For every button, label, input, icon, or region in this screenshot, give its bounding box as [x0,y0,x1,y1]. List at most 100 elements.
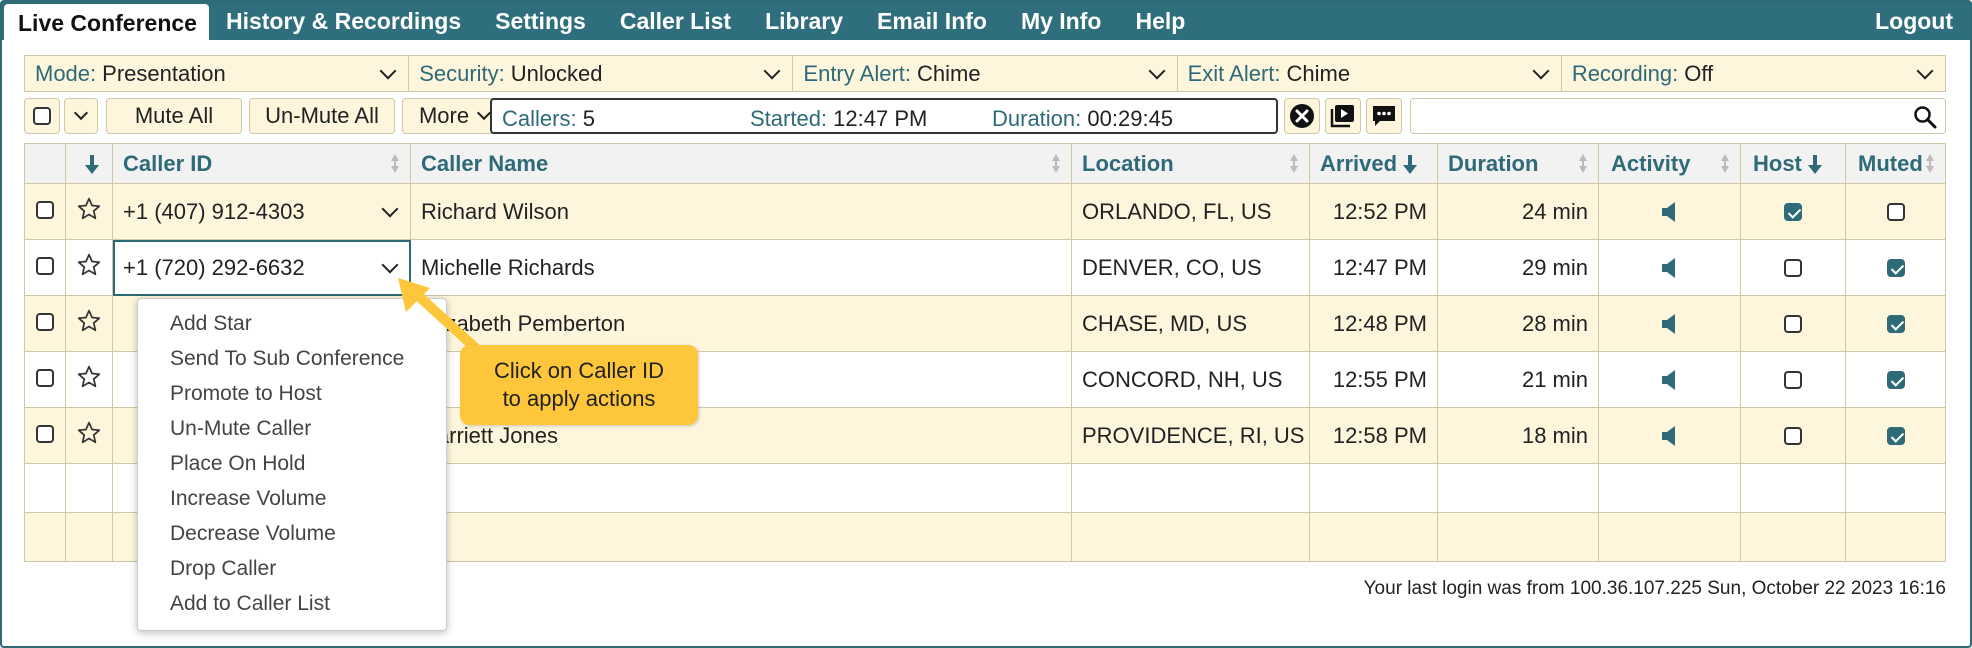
recording-select[interactable]: Recording: Off [1562,56,1945,91]
menu-item-drop-caller[interactable]: Drop Caller [138,554,446,589]
star-toggle[interactable] [65,295,113,352]
speaker-icon [1661,369,1675,390]
activity-cell [1598,408,1741,464]
callers-status: Callers: 5 [502,106,595,132]
mode-select[interactable]: Mode: Presentation [25,56,410,91]
muted-checkbox[interactable] [1846,184,1946,240]
star-toggle[interactable] [65,183,113,240]
duration-cell: 24 min [1437,183,1599,240]
header-host[interactable]: Host [1741,143,1846,184]
tab-help[interactable]: Help [1118,2,1202,40]
table-header-row: Caller ID Caller Name Location Arrived D… [24,143,1599,184]
header-caller-id[interactable]: Caller ID [112,143,411,184]
select-options-dropdown[interactable] [64,98,98,134]
header-arrived[interactable]: Arrived [1309,143,1438,184]
muted-checkbox[interactable] [1846,408,1946,464]
checkbox-icon [36,312,54,331]
host-checkbox[interactable] [1741,184,1846,240]
row-select-checkbox[interactable] [24,295,66,352]
started-value: 12:47 PM [833,106,928,131]
tab-settings[interactable]: Settings [478,2,603,40]
caller-toolbar: Mute All Un-Mute All More Callers: 5 Sta… [24,98,1946,135]
header-location-label: Location [1082,150,1174,176]
star-toggle[interactable] [65,351,113,408]
table-row: +1 (407) 912-4303 Richard Wilson ORLANDO, … [24,183,1599,240]
muted-checkbox[interactable] [1846,240,1946,296]
unmute-all-button[interactable]: Un-Mute All [249,98,395,134]
tab-live-conference[interactable]: Live Conference [4,4,209,40]
chat-button[interactable] [1366,98,1402,134]
tab-history-recordings[interactable]: History & Recordings [209,2,478,40]
duration-status: Duration: 00:29:45 [992,106,1173,132]
chevron-down-icon [1148,62,1166,79]
status-columns-overlay: Activity Host Muted [1598,143,1946,562]
activity-cell [1598,184,1741,240]
speaker-icon [1661,425,1675,446]
sort-icon [1051,154,1061,174]
caller-id-cell[interactable]: +1 (720) 292-6632 [112,239,411,296]
host-checkbox[interactable] [1741,296,1846,352]
header-duration[interactable]: Duration [1437,143,1599,184]
tab-library[interactable]: Library [748,2,860,40]
chevron-down-icon [381,256,399,273]
tab-my-info[interactable]: My Info [1004,2,1119,40]
main-nav: Live Conference History & Recordings Set… [2,2,1970,40]
close-circle-icon [1290,104,1314,128]
muted-checkbox[interactable] [1846,296,1946,352]
star-toggle[interactable] [65,239,113,296]
end-conference-button[interactable] [1284,98,1320,134]
host-checkbox[interactable] [1741,240,1846,296]
started-status: Started: 12:47 PM [750,106,927,132]
status-row [1598,296,1946,352]
checkbox-icon [33,107,51,125]
header-star-sort[interactable] [65,143,113,184]
host-checkbox[interactable] [1741,408,1846,464]
menu-item-un-mute-caller[interactable]: Un-Mute Caller [138,414,446,449]
entry-alert-select[interactable]: Entry Alert: Chime [793,56,1178,91]
row-select-checkbox[interactable] [24,239,66,296]
media-play-icon [1330,105,1354,128]
status-row-empty [1598,513,1946,562]
row-select-checkbox[interactable] [24,351,66,408]
mute-all-button[interactable]: Mute All [106,98,242,134]
chevron-down-icon [1916,62,1934,79]
row-select-checkbox[interactable] [24,407,66,464]
callout-line-2: to apply actions [502,386,656,411]
header-duration-label: Duration [1448,150,1539,176]
speaker-icon [1661,201,1675,222]
callers-value: 5 [582,106,595,131]
caller-name-cell: Elizabeth Pemberton [410,295,1072,352]
search-icon[interactable] [1913,105,1937,129]
menu-item-place-on-hold[interactable]: Place On Hold [138,449,446,484]
header-location[interactable]: Location [1071,143,1310,184]
search-input[interactable] [1417,99,1897,131]
star-toggle[interactable] [65,407,113,464]
menu-item-promote-to-host[interactable]: Promote to Host [138,379,446,414]
header-activity[interactable]: Activity [1598,143,1741,184]
arrived-cell: 12:48 PM [1309,295,1438,352]
header-caller-name[interactable]: Caller Name [410,143,1072,184]
menu-item-increase-volume[interactable]: Increase Volume [138,484,446,519]
caller-table: Caller ID Caller Name Location Arrived D… [24,143,1599,184]
row-select-checkbox[interactable] [24,183,66,240]
menu-item-add-to-caller-list[interactable]: Add to Caller List [138,589,446,624]
header-muted[interactable]: Muted [1846,143,1946,184]
checkbox-icon [1886,370,1905,389]
menu-item-decrease-volume[interactable]: Decrease Volume [138,519,446,554]
checkbox-icon [1886,202,1905,221]
logout-link[interactable]: Logout [1858,2,1970,40]
exit-alert-select-label: Exit Alert: [1187,60,1281,86]
security-select[interactable]: Security: Unlocked [409,56,794,91]
muted-checkbox[interactable] [1846,352,1946,408]
exit-alert-select[interactable]: Exit Alert: Chime [1178,56,1562,91]
play-recording-button[interactable] [1325,98,1361,134]
caller-id-cell[interactable]: +1 (407) 912-4303 [112,183,411,240]
activity-cell [1598,352,1741,408]
caller-id-value: +1 (407) 912-4303 [123,198,305,224]
tab-email-info[interactable]: Email Info [860,2,1004,40]
star-icon [77,197,101,219]
tab-caller-list[interactable]: Caller List [603,2,748,40]
host-checkbox[interactable] [1741,352,1846,408]
checkbox-icon [1784,426,1802,445]
select-all-checkbox[interactable] [24,98,60,134]
